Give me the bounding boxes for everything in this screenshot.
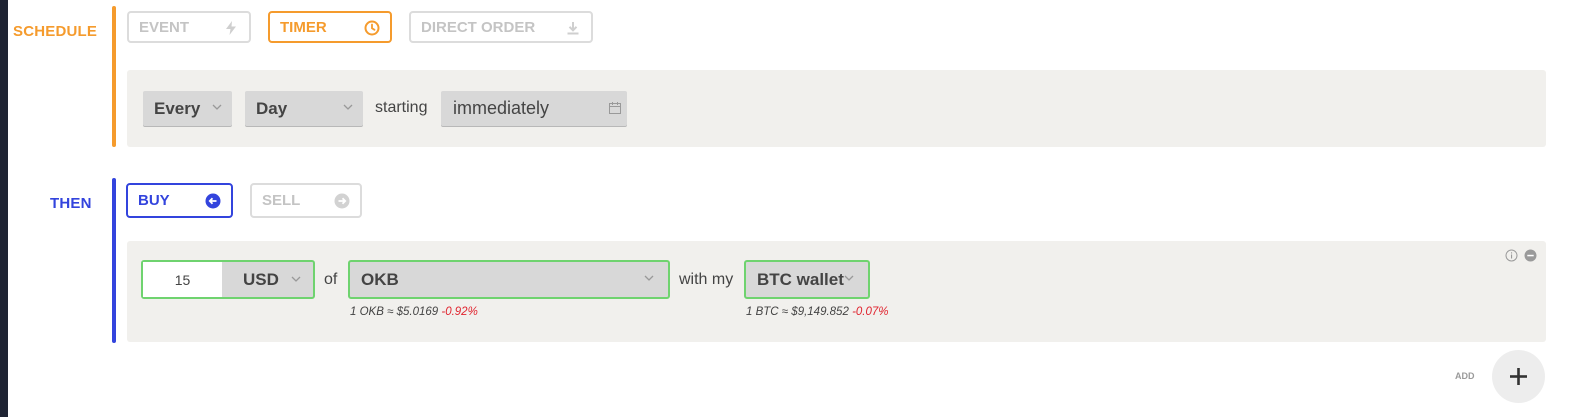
tab-buy-label: BUY — [138, 192, 170, 209]
plus-icon — [1510, 368, 1527, 385]
starting-label: starting — [375, 99, 428, 116]
amount-input[interactable]: 15 — [143, 262, 222, 297]
wallet-value: BTC wallet — [757, 269, 844, 289]
asset-rate-text: 1 OKB ≈ $5.0169 — [350, 306, 439, 318]
chevron-down-icon — [212, 104, 222, 110]
clock-icon — [364, 20, 380, 36]
tab-sell[interactable]: SELL — [250, 183, 362, 218]
frequency-select[interactable]: Every — [143, 91, 232, 126]
then-label: THEN — [50, 195, 92, 212]
start-date-value: immediately — [453, 98, 550, 118]
tab-sell-label: SELL — [262, 192, 301, 209]
of-label: of — [324, 271, 338, 288]
frequency-value: Every — [154, 98, 201, 118]
calendar-icon — [609, 102, 621, 114]
tab-buy[interactable]: BUY — [126, 183, 233, 218]
schedule-bar — [112, 6, 116, 147]
currency-value: USD — [243, 269, 279, 289]
asset-rate: 1 OKB ≈ $5.0169 -0.92% — [350, 306, 478, 318]
arrow-left-circle-icon — [205, 193, 221, 209]
wallet-change: -0.07% — [852, 306, 889, 318]
period-select[interactable]: Day — [245, 91, 363, 126]
asset-select[interactable]: OKB — [348, 260, 670, 299]
remove-icon[interactable] — [1524, 249, 1537, 262]
with-my-label: with my — [679, 271, 734, 288]
wallet-rate: 1 BTC ≈ $9,149.852 -0.07% — [746, 306, 889, 318]
asset-value: OKB — [361, 269, 399, 289]
schedule-label: SCHEDULE — [13, 23, 98, 40]
tab-timer[interactable]: TIMER — [268, 11, 392, 43]
add-button[interactable] — [1492, 350, 1545, 403]
tab-event-label: EVENT — [139, 18, 190, 36]
chevron-down-icon — [644, 275, 654, 281]
tab-direct-order-label: DIRECT ORDER — [421, 18, 536, 36]
wallet-rate-text: 1 BTC ≈ $9,149.852 — [746, 306, 849, 318]
window-edge — [0, 0, 8, 417]
lightning-icon — [226, 21, 236, 35]
tab-timer-label: TIMER — [280, 18, 327, 36]
amount-group: 15 USD — [141, 260, 315, 299]
tab-event[interactable]: EVENT — [127, 11, 251, 43]
then-bar — [112, 178, 116, 343]
chevron-down-icon — [291, 276, 301, 282]
currency-select[interactable]: USD — [222, 262, 313, 297]
arrow-right-circle-icon — [334, 193, 350, 209]
asset-change: -0.92% — [441, 306, 478, 318]
chevron-down-icon — [844, 275, 854, 281]
info-icon[interactable] — [1505, 249, 1518, 262]
period-value: Day — [256, 98, 288, 118]
chevron-down-icon — [343, 104, 353, 110]
tab-direct-order[interactable]: DIRECT ORDER — [409, 11, 593, 43]
add-label: ADD — [1455, 371, 1475, 381]
download-icon — [567, 22, 579, 35]
start-date-field[interactable]: immediately — [441, 91, 627, 126]
wallet-select[interactable]: BTC wallet — [744, 260, 870, 299]
